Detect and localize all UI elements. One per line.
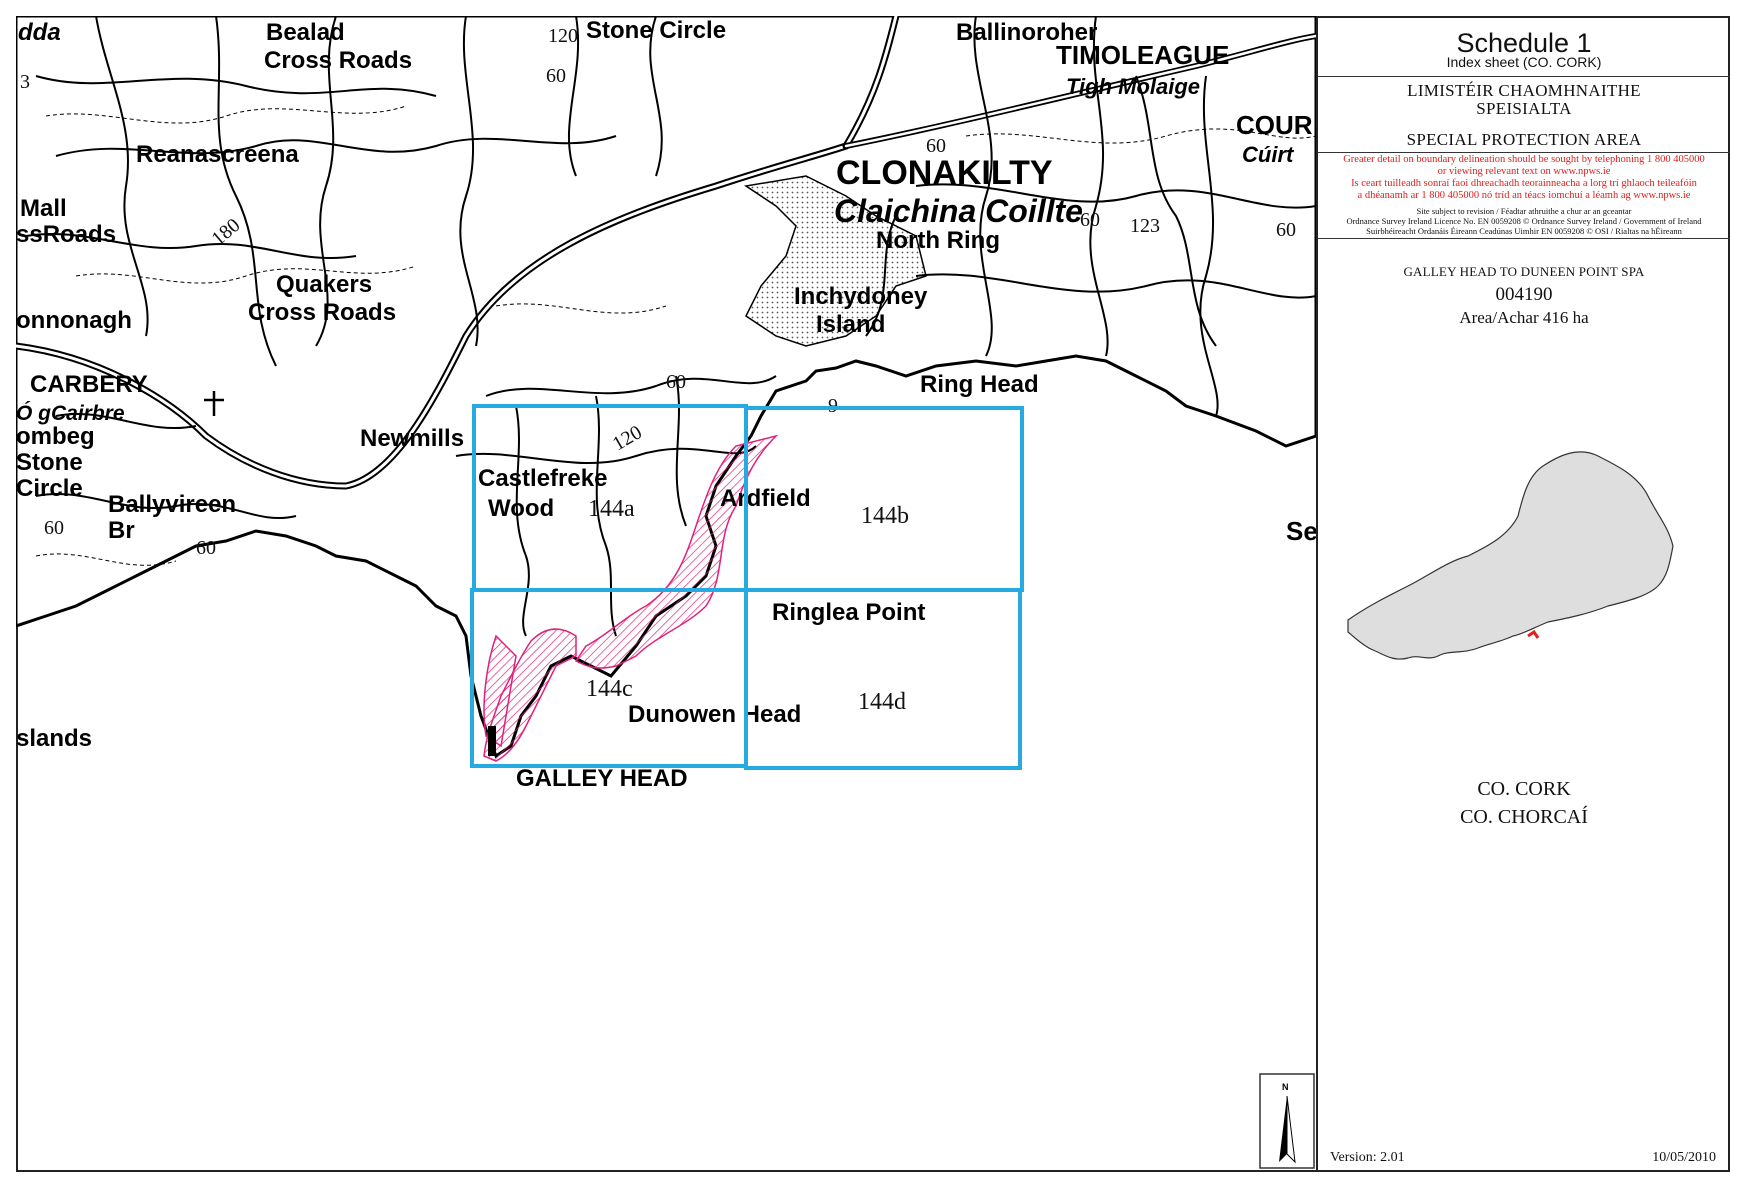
licence-note-line: Site subject to revision / Féadtar athru… <box>1416 206 1632 216</box>
label-inchydoney: Inchydoney <box>794 283 928 310</box>
label-tigh-molaige: Tigh Molaige <box>1066 74 1200 99</box>
spot-height: 123 <box>1130 215 1160 237</box>
label-ringlea-point: Ringlea Point <box>772 599 925 626</box>
label-onnonagh: onnonagh <box>16 307 132 334</box>
label-quakers: Quakers <box>276 271 372 298</box>
map-area[interactable]: Bealad Cross Roads Stone Circle Ballinor… <box>16 16 1316 1172</box>
north-arrow: N <box>1259 1073 1315 1169</box>
spot-height: 60 <box>1080 209 1100 231</box>
sheet-label-144d[interactable]: 144d <box>858 689 906 715</box>
label-galley-head: GALLEY HEAD <box>516 765 688 792</box>
label-stone-circle-top: Stone Circle <box>586 17 726 44</box>
label-castlefreke: Castlefreke <box>478 465 607 492</box>
label-dunowen-head: Dunowen Head <box>628 701 801 728</box>
panel-rule <box>1318 238 1730 239</box>
spot-height: 60 <box>926 135 946 157</box>
label-reanascreena: Reanascreena <box>136 141 299 168</box>
label-clonakilty: CLONAKILTY <box>836 154 1053 192</box>
label-cross-roads-1: Cross Roads <box>264 47 412 74</box>
boundary-note: Greater detail on boundary delineation s… <box>1318 154 1730 202</box>
north-arrow-label: N <box>1282 1082 1289 1092</box>
boundary-note-line: Greater detail on boundary delineation s… <box>1343 154 1705 165</box>
licence-note-line: Ordnance Survey Ireland Licence No. EN 0… <box>1346 216 1702 226</box>
spot-height: 60 <box>666 371 686 393</box>
county-name-en: CO. CORK <box>1477 778 1571 800</box>
lighthouse-symbol <box>488 726 496 756</box>
map-canvas: Bealad Cross Roads Stone Circle Ballinor… <box>16 16 1316 1169</box>
schedule-title: Schedule 1 <box>1456 28 1592 58</box>
site-name: GALLEY HEAD TO DUNEEN POINT SPA <box>1403 264 1645 279</box>
label-timoleague: TIMOLEAGUE <box>1056 40 1229 70</box>
label-wood: Wood <box>488 495 554 522</box>
label-circle: Circle <box>16 475 83 502</box>
label-north-ring: North Ring <box>876 227 1000 254</box>
panel-rule <box>1318 152 1730 153</box>
licence-note: Site subject to revision / Féadtar athru… <box>1318 206 1730 236</box>
label-ring-head: Ring Head <box>920 371 1039 398</box>
label-stone: Stone <box>16 449 83 476</box>
spot-height: 60 <box>546 65 566 87</box>
label-dda: dda <box>18 19 61 46</box>
label-br: Br <box>108 517 135 544</box>
date-label: 10/05/2010 <box>1652 1150 1716 1165</box>
label-bealad: Bealad <box>266 19 345 46</box>
county-name-ga: CO. CHORCAÍ <box>1460 806 1588 828</box>
site-code: 004190 <box>1495 284 1553 305</box>
spot-height: 60 <box>1276 219 1296 241</box>
label-se: Se <box>1286 516 1316 546</box>
version-label: Version: 2.01 <box>1330 1150 1405 1165</box>
label-ballyvireen: Ballyvireen <box>108 491 236 518</box>
spot-height: 60 <box>44 517 64 539</box>
irish-title-line2: SPEISIALTA <box>1476 99 1572 118</box>
panel-rule <box>1318 76 1730 77</box>
schedule-subtitle: Index sheet (CO. CORK) <box>1446 54 1602 70</box>
irish-title-line1: LIMISTÉIR CHAOMHNAITHE <box>1407 81 1641 100</box>
label-ardfield: Ardfield <box>720 485 811 512</box>
info-panel: Schedule 1 Index sheet (CO. CORK) LIMIST… <box>1318 16 1730 1172</box>
spot-height: 120 <box>548 25 578 47</box>
label-cross-roads-2: Cross Roads <box>248 299 396 326</box>
label-claichina-coillte: Claichina Coillte <box>834 193 1083 229</box>
label-cuirt: Cúirt <box>1242 142 1295 167</box>
licence-note-line: Suirbhéireacht Ordanáis Éireann Ceadúnas… <box>1366 226 1682 236</box>
county-locator-map <box>1347 451 1674 660</box>
label-newmills: Newmills <box>360 425 464 452</box>
irish-title: LIMISTÉIR CHAOMHNAITHE SPEISIALTA <box>1318 82 1730 118</box>
label-carbery: CARBERY <box>30 371 148 398</box>
label-island: Island <box>816 311 885 338</box>
sheet-label-144b[interactable]: 144b <box>861 503 909 529</box>
label-courtmac: COUR <box>1236 110 1313 140</box>
label-ombeg: ombeg <box>16 423 95 450</box>
boundary-note-line: a dhéanamh ar 1 800 405000 nó tríd an té… <box>1357 190 1691 201</box>
sheet-label-144a[interactable]: 144a <box>588 496 635 522</box>
english-title: SPECIAL PROTECTION AREA <box>1406 130 1642 149</box>
spot-height: 3 <box>20 71 30 93</box>
label-ss-roads: ssRoads <box>16 221 116 248</box>
label-mall: Mall <box>20 195 67 222</box>
spot-height: 60 <box>196 537 216 559</box>
boundary-note-line: or viewing relevant text on www.npws.ie <box>1437 166 1611 177</box>
label-o-gcairbre: Ó gCairbre <box>16 401 125 425</box>
label-slands: slands <box>16 725 92 752</box>
site-area: Area/Achar 416 ha <box>1459 308 1589 327</box>
boundary-note-line: Is ceart tuilleadh sonraí faoi dhreachad… <box>1351 178 1697 189</box>
sheet-label-144c[interactable]: 144c <box>586 676 633 702</box>
